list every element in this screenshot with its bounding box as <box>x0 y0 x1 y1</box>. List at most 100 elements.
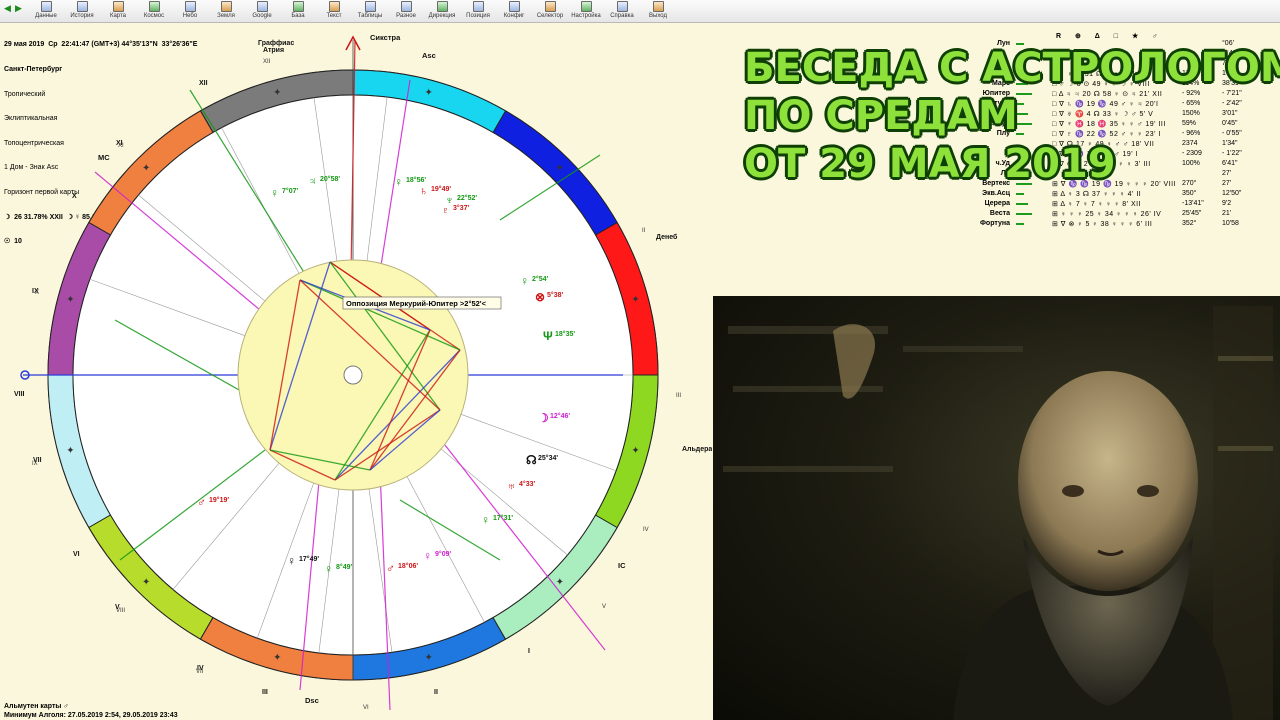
toolbar-icon <box>544 1 556 12</box>
axis-label: Dsc <box>305 696 319 705</box>
planet-degree: 2°54' <box>532 275 548 283</box>
toolbar-button-12[interactable]: Позиция <box>460 0 496 22</box>
toolbar-icon <box>256 1 268 12</box>
planet-degree: 20°58' <box>320 175 340 183</box>
table-row: Экв.Асц ⊞ Δ ♀ 3 ☊ 37 ♀ ♀ ♀ 4' II 350° 12'50… <box>960 190 1280 200</box>
planet-degree: 19°19' <box>209 496 229 504</box>
planet-glyph-icon: ♃ <box>308 174 317 188</box>
chart-footer: Альмутен карты ♂ Минимум Алголя: 27.05.2… <box>4 702 178 720</box>
center-circle <box>343 365 363 385</box>
toolbar-button-label: Дирекция <box>428 13 456 19</box>
toolbar-button-5[interactable]: Земля <box>208 0 244 22</box>
toolbar-button-1[interactable]: История <box>64 0 100 22</box>
back-arrow-icon[interactable]: ◀ <box>4 4 13 13</box>
row-value-2: 10'58 <box>1222 220 1239 227</box>
toolbar-button-10[interactable]: Разное <box>388 0 424 22</box>
planet-glyph-icon: ♀ <box>270 186 279 200</box>
toolbar-icon <box>112 1 124 12</box>
toolbar-icon <box>328 1 340 12</box>
planet-degree: 8°49' <box>336 563 352 571</box>
toolbar-button-6[interactable]: Google <box>244 0 280 22</box>
toolbar-button-label: Земля <box>217 13 235 19</box>
strength-bar <box>1016 193 1024 195</box>
planet-degree: 18°35' <box>555 330 575 338</box>
planet-glyph-icon: ♀ <box>423 549 432 563</box>
table-row: Веста ⊞ ♀ ♀ ♀ 25 ♀ 34 ♀ ♀ ♀ 26' IV 25'45" 2… <box>960 210 1280 220</box>
toolbar-button-label: Карта <box>109 13 127 19</box>
sign-glyph: ✦ <box>556 577 564 588</box>
toolbar-button-7[interactable]: База <box>280 0 316 22</box>
sign-glyph: ✦ <box>425 87 433 98</box>
row-value-1: 352° <box>1182 220 1197 227</box>
natal-chart-wheel[interactable]: ✦ ✦ ✦ ✦ ✦ ✦ ✦ ✦ ✦ ✦ ✦ ✦ Оппозиция Меркурий-Юпитер >… <box>0 22 712 720</box>
toolbar-icon <box>364 1 376 12</box>
house-numeral: III <box>262 689 268 696</box>
house-numeral-small: VII <box>196 669 204 675</box>
planet-glyph-icon: ♄ <box>419 184 428 198</box>
planet-degree: 12°46' <box>550 412 570 420</box>
toolbar-button-16[interactable]: Справка <box>604 0 640 22</box>
toolbar-icon <box>292 1 304 12</box>
axis-label: Сикстра <box>370 33 401 42</box>
strength-bar <box>1016 213 1032 215</box>
row-name: Церера <box>984 200 1010 207</box>
toolbar-button-3[interactable]: Космос <box>136 0 172 22</box>
row-value-1: 25'45" <box>1182 210 1202 217</box>
planet-degree: 25°34' <box>538 454 558 462</box>
planet-glyph-icon: ⊗ <box>535 290 545 304</box>
house-numeral: II <box>434 689 438 696</box>
toolbar-button-9[interactable]: Таблицы <box>352 0 388 22</box>
planet-degree: 18°06' <box>398 562 418 570</box>
toolbar-button-label: Данные <box>35 13 57 19</box>
planet-degree: 5°38' <box>547 291 563 299</box>
fixed-star-label: Денеб <box>656 233 678 241</box>
toolbar-button-14[interactable]: Селектор <box>532 0 568 22</box>
strength-bar <box>1016 203 1028 205</box>
toolbar-button-label: Настройка <box>571 13 601 19</box>
toolbar-button-8[interactable]: Текст <box>316 0 352 22</box>
table-row: Церера ⊞ Δ ♀ 7 ♀ 7 ♀ ♀ ♀ 8' XII -13'41" 9'2 <box>960 200 1280 210</box>
sign-glyph: ✦ <box>273 653 281 664</box>
toolbar-button-11[interactable]: Дирекция <box>424 0 460 22</box>
house-numeral-small: XII <box>263 59 271 65</box>
row-positions: ⊞ ∇ ⊗ ♀ 5 ♀ 38 ♀ ♀ ♀ 6' III <box>1052 221 1153 228</box>
sign-glyph: ✦ <box>631 446 639 457</box>
webcam-video <box>713 296 1280 720</box>
forward-arrow-icon[interactable]: ▶ <box>15 4 24 13</box>
toolbar-icon <box>652 1 664 12</box>
algol-line: Минимум Алголя: 27.05.2019 2:54, 29.05.2… <box>4 712 178 719</box>
toolbar-button-0[interactable]: Данные <box>28 0 64 22</box>
house-numeral-small: III <box>676 393 681 399</box>
toolbar-button-15[interactable]: Настройка <box>568 0 604 22</box>
toolbar-button-13[interactable]: Конфиг <box>496 0 532 22</box>
planet-degree: 22°52' <box>457 194 477 202</box>
row-value-1: 350° <box>1182 190 1197 197</box>
planet-degree: 7°07' <box>282 187 298 195</box>
toolbar-button-4[interactable]: Небо <box>172 0 208 22</box>
planet-glyph-icon: ♀ <box>324 562 333 576</box>
toolbar-icon <box>148 1 160 12</box>
toolbar-button-label: Выход <box>649 13 667 19</box>
toolbar-icon <box>40 1 52 12</box>
house-numeral-small: VIII <box>116 608 125 614</box>
toolbar-button-label: Google <box>252 13 272 19</box>
row-positions: ⊞ ♀ ♀ ♀ 25 ♀ 34 ♀ ♀ ♀ 26' IV <box>1052 211 1162 218</box>
toolbar-button-2[interactable]: Карта <box>100 0 136 22</box>
toolbar-button-17[interactable]: Выход <box>640 0 676 22</box>
toolbar-icon <box>76 1 88 12</box>
sign-glyph: ✦ <box>631 294 639 305</box>
toolbar-button-label: Справка <box>610 13 634 19</box>
row-value-2: 21' <box>1222 210 1232 217</box>
fixed-star-label: Атрия <box>263 47 284 54</box>
house-numeral: VIII <box>14 391 25 398</box>
house-numeral-small: VI <box>363 705 369 711</box>
sign-glyph: ✦ <box>142 577 150 588</box>
toolbar-button-label: Текст <box>326 13 342 19</box>
toolbar-button-label: База <box>291 13 305 19</box>
toolbar-button-label: Небо <box>182 13 198 19</box>
toolbar: ◀ ▶ Данные История Карта Космос Небо Земля Goo… <box>0 0 1280 23</box>
toolbar-button-label: Космос <box>143 13 165 19</box>
video-title: БЕСЕДА С АСТРОЛОГОМ ПО СРЕДАМ ОТ 29 МАЯ … <box>744 44 1280 188</box>
planet-glyph-icon: ☊ <box>526 453 537 467</box>
planet-glyph-icon: ♂ <box>386 561 395 575</box>
